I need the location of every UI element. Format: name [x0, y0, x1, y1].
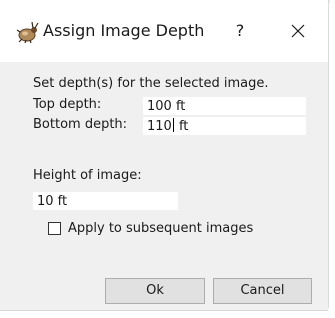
- apply-subsequent-label[interactable]: Apply to subsequent images: [68, 220, 253, 238]
- dialog-right-edge: [328, 0, 329, 308]
- bottom-depth-value-after-caret: ft: [174, 119, 189, 134]
- ok-button[interactable]: Ok: [105, 278, 205, 304]
- height-field[interactable]: 10 ft: [33, 192, 178, 210]
- top-depth-label: Top depth:: [33, 97, 102, 112]
- app-bug-icon: [16, 21, 40, 44]
- title-bar[interactable]: Assign Image Depth ?: [0, 0, 328, 62]
- text-caret: [172, 118, 174, 132]
- assign-image-depth-dialog: Assign Image Depth ? Set depth(s) for th…: [0, 0, 328, 311]
- cancel-button[interactable]: Cancel: [213, 278, 312, 304]
- close-icon: [291, 24, 305, 38]
- close-button[interactable]: [276, 16, 320, 46]
- help-button[interactable]: ?: [220, 16, 260, 46]
- bottom-depth-field[interactable]: 110 ft: [143, 117, 306, 135]
- top-depth-field[interactable]: 100 ft: [143, 97, 306, 115]
- dialog-title: Assign Image Depth: [43, 21, 205, 40]
- height-label: Height of image:: [33, 168, 142, 183]
- bottom-depth-value-before-caret: 110: [147, 119, 172, 134]
- apply-subsequent-checkbox[interactable]: [48, 222, 61, 235]
- bottom-depth-label: Bottom depth:: [33, 117, 128, 132]
- page: Assign Image Depth ? Set depth(s) for th…: [0, 0, 335, 318]
- instruction-text: Set depth(s) for the selected image.: [33, 76, 269, 91]
